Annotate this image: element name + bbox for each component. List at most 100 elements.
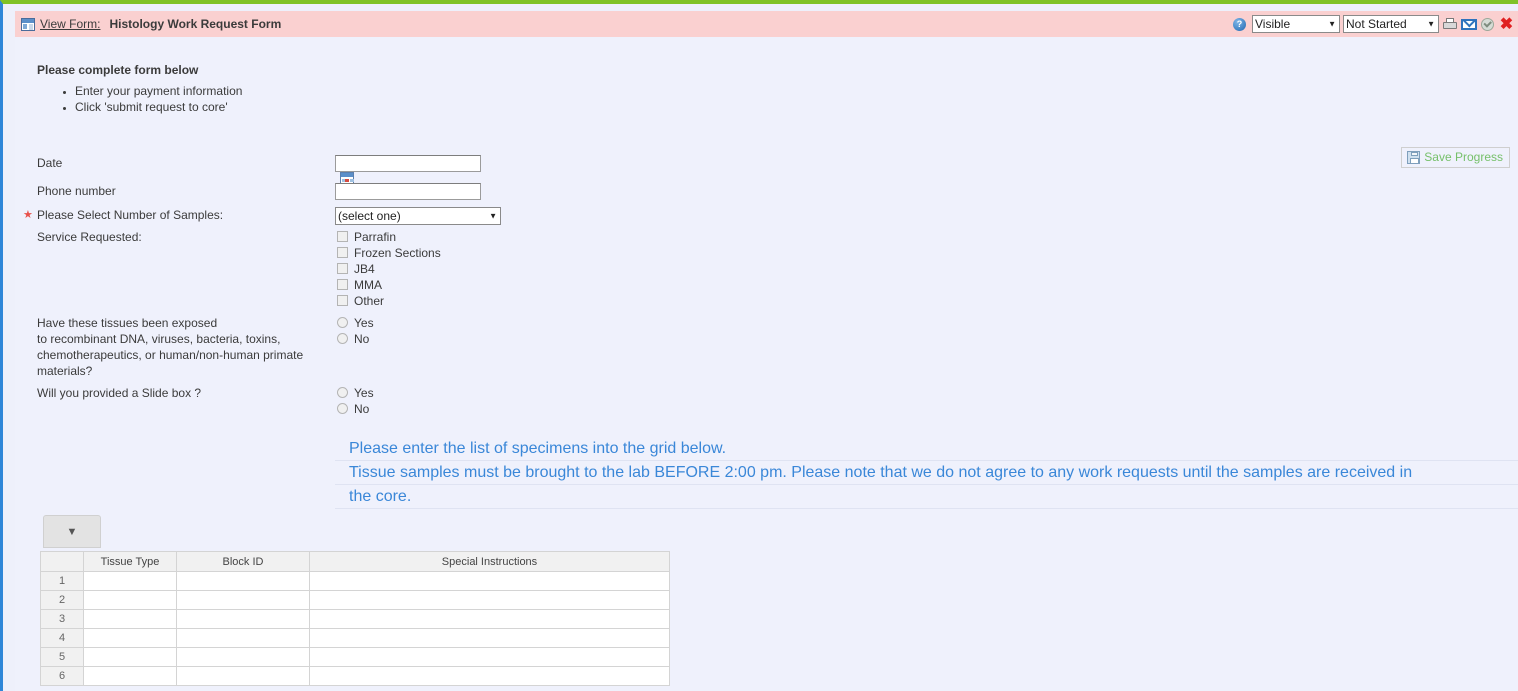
radio-exposure-yes[interactable] bbox=[337, 317, 348, 328]
check-circle-icon[interactable] bbox=[1480, 17, 1496, 32]
checkbox-label-parrafin: Parrafin bbox=[354, 230, 397, 244]
form-heading: Please complete form below bbox=[37, 63, 199, 77]
specimen-grid: Tissue Type Block ID Special Instruction… bbox=[40, 551, 670, 686]
field-label-slide-box: Will you provided a Slide box ? bbox=[37, 386, 202, 400]
page-title: Histology Work Request Form bbox=[109, 17, 282, 31]
notice-line: Please enter the list of specimens into … bbox=[335, 437, 1518, 461]
grid-collapse-toggle[interactable]: ▼ bbox=[43, 515, 101, 548]
field-control-phone bbox=[335, 183, 481, 200]
close-icon[interactable]: ✖ bbox=[1499, 16, 1514, 32]
checkbox-other[interactable] bbox=[337, 295, 348, 306]
save-progress-label: Save Progress bbox=[1424, 150, 1503, 164]
grid-header-row: Tissue Type Block ID Special Instruction… bbox=[40, 551, 670, 572]
save-progress-button[interactable]: Save Progress bbox=[1401, 147, 1510, 168]
cell-block-id[interactable] bbox=[176, 590, 310, 610]
checkbox-label-frozen-sections: Frozen Sections bbox=[354, 246, 441, 260]
cell-block-id[interactable] bbox=[176, 647, 310, 667]
radio-label-exposure-no: No bbox=[354, 332, 370, 346]
cell-tissue-type[interactable] bbox=[83, 647, 177, 667]
number-of-samples-select[interactable]: (select one) bbox=[335, 207, 501, 225]
column-header-special-instructions: Special Instructions bbox=[309, 551, 670, 572]
checkbox-label-mma: MMA bbox=[354, 278, 382, 292]
checkbox-label-other: Other bbox=[354, 294, 385, 308]
checkbox-row-mma[interactable]: MMA bbox=[337, 277, 441, 293]
specimen-notice: Please enter the list of specimens into … bbox=[335, 437, 1518, 509]
field-label-number-of-samples: Please Select Number of Samples: bbox=[37, 208, 224, 222]
radio-row-slidebox-no[interactable]: No bbox=[337, 401, 374, 417]
row-number: 5 bbox=[40, 647, 84, 667]
checkbox-row-jb4[interactable]: JB4 bbox=[337, 261, 441, 277]
row-number: 6 bbox=[40, 666, 84, 686]
date-input[interactable] bbox=[335, 155, 481, 172]
checkbox-parrafin[interactable] bbox=[337, 231, 348, 242]
table-row: 6 bbox=[40, 666, 670, 686]
help-icon[interactable]: ? bbox=[1233, 17, 1246, 31]
radio-slidebox-yes[interactable] bbox=[337, 387, 348, 398]
cell-special-instructions[interactable] bbox=[309, 666, 670, 686]
checkbox-row-frozen-sections[interactable]: Frozen Sections bbox=[337, 245, 441, 261]
form-page: View Form: Histology Work Request Form ?… bbox=[0, 0, 1518, 691]
printer-icon[interactable] bbox=[1442, 17, 1458, 32]
column-header-block-id: Block ID bbox=[176, 551, 310, 572]
checkbox-row-parrafin[interactable]: Parrafin bbox=[337, 229, 441, 245]
column-header-tissue-type: Tissue Type bbox=[83, 551, 177, 572]
field-control-number-of-samples: (select one) bbox=[335, 207, 501, 225]
row-number: 4 bbox=[40, 628, 84, 648]
field-label-service-requested: Service Requested: bbox=[37, 230, 142, 244]
phone-input[interactable] bbox=[335, 183, 481, 200]
cell-block-id[interactable] bbox=[176, 666, 310, 686]
cell-special-instructions[interactable] bbox=[309, 628, 670, 648]
instruction-list: Enter your payment information Click 'su… bbox=[55, 83, 242, 115]
chevron-down-icon: ▼ bbox=[66, 526, 78, 538]
cell-special-instructions[interactable] bbox=[309, 647, 670, 667]
field-control-tissue-exposure: Yes No bbox=[337, 315, 374, 347]
notice-line: Tissue samples must be brought to the la… bbox=[335, 461, 1518, 485]
field-label-tissue-exposure: Have these tissues been exposed to recom… bbox=[37, 315, 337, 379]
visibility-select[interactable]: Visible bbox=[1252, 15, 1340, 33]
label-line: Have these tissues been exposed bbox=[37, 316, 218, 330]
checkbox-mma[interactable] bbox=[337, 279, 348, 290]
cell-block-id[interactable] bbox=[176, 609, 310, 629]
table-row: 2 bbox=[40, 590, 670, 610]
checkbox-label-jb4: JB4 bbox=[354, 262, 375, 276]
floppy-disk-icon bbox=[1407, 150, 1421, 164]
cell-tissue-type[interactable] bbox=[83, 628, 177, 648]
cell-tissue-type[interactable] bbox=[83, 666, 177, 686]
label-line: chemotherapeutics, or human/non-human pr… bbox=[37, 348, 304, 362]
checkbox-frozen-sections[interactable] bbox=[337, 247, 348, 258]
cell-tissue-type[interactable] bbox=[83, 590, 177, 610]
radio-row-exposure-yes[interactable]: Yes bbox=[337, 315, 374, 331]
status-select-wrap: Not Started bbox=[1343, 15, 1439, 33]
cell-tissue-type[interactable] bbox=[83, 571, 177, 591]
cell-block-id[interactable] bbox=[176, 571, 310, 591]
form-title-bar: View Form: Histology Work Request Form ?… bbox=[15, 11, 1518, 37]
visibility-select-wrap: Visible bbox=[1252, 15, 1340, 33]
table-row: 1 bbox=[40, 571, 670, 591]
table-row: 4 bbox=[40, 628, 670, 648]
radio-row-exposure-no[interactable]: No bbox=[337, 331, 374, 347]
field-control-service-requested: Parrafin Frozen Sections JB4 MMA Other bbox=[337, 229, 441, 309]
checkbox-jb4[interactable] bbox=[337, 263, 348, 274]
checkbox-row-other[interactable]: Other bbox=[337, 293, 441, 309]
view-form-link[interactable]: View Form: bbox=[40, 17, 100, 31]
radio-label-slidebox-yes: Yes bbox=[354, 386, 374, 400]
number-of-samples-select-wrap: (select one) bbox=[335, 207, 501, 225]
form-body: Please complete form below Enter your pa… bbox=[15, 37, 1518, 691]
cell-special-instructions[interactable] bbox=[309, 609, 670, 629]
radio-slidebox-no[interactable] bbox=[337, 403, 348, 414]
field-control-slide-box: Yes No bbox=[337, 385, 374, 417]
status-select[interactable]: Not Started bbox=[1343, 15, 1439, 33]
notice-line: the core. bbox=[335, 485, 1518, 509]
list-item: Enter your payment information bbox=[75, 83, 242, 99]
radio-exposure-no[interactable] bbox=[337, 333, 348, 344]
required-marker: ★ bbox=[23, 209, 33, 221]
label-line: to recombinant DNA, viruses, bacteria, t… bbox=[37, 332, 281, 346]
radio-label-exposure-yes: Yes bbox=[354, 316, 374, 330]
field-control-date bbox=[335, 155, 481, 186]
radio-row-slidebox-yes[interactable]: Yes bbox=[337, 385, 374, 401]
cell-tissue-type[interactable] bbox=[83, 609, 177, 629]
cell-special-instructions[interactable] bbox=[309, 571, 670, 591]
cell-block-id[interactable] bbox=[176, 628, 310, 648]
envelope-icon[interactable] bbox=[1461, 17, 1477, 32]
cell-special-instructions[interactable] bbox=[309, 590, 670, 610]
